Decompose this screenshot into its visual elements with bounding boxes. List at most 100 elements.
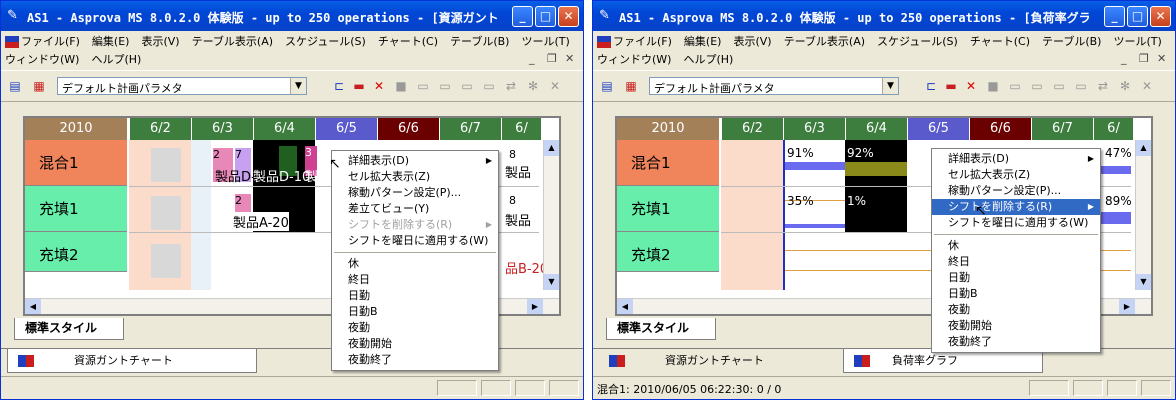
scroll-right-icon[interactable]: ▶ xyxy=(527,299,543,314)
menu-item-pattern-settings[interactable]: 稼動パターン設定(P)... xyxy=(332,185,498,201)
task-block[interactable] xyxy=(151,196,181,230)
mdi-close-icon[interactable]: ✕ xyxy=(1157,52,1166,65)
day-header[interactable]: 6/ xyxy=(501,118,541,140)
menu-item-zoom-cell[interactable]: セル拡大表示(Z) xyxy=(332,169,498,185)
day-header[interactable]: 6/6 xyxy=(969,118,1031,140)
menu-item-shift-night-start[interactable]: 夜勤開始 xyxy=(932,318,1100,334)
menu-item-shift-night-end[interactable]: 夜勤終了 xyxy=(932,334,1100,350)
day-header[interactable]: 6/4 xyxy=(845,118,907,140)
day-header[interactable]: 6/ xyxy=(1093,118,1133,140)
swap-icon[interactable]: ⇄ xyxy=(1095,79,1111,93)
menu-file[interactable]: ファイル(F) xyxy=(5,32,86,50)
menu-view[interactable]: 表示(V) xyxy=(135,32,185,50)
menu-item-apply-shift-weekday[interactable]: シフトを曜日に適用する(W) xyxy=(332,233,498,249)
menu-tools[interactable]: ツール(T) xyxy=(1107,32,1167,50)
menu-table-view[interactable]: テーブル表示(A) xyxy=(186,32,279,50)
maximize-button[interactable]: □ xyxy=(535,6,556,27)
day-header[interactable]: 6/7 xyxy=(1031,118,1093,140)
table-icon[interactable]: ▤ xyxy=(599,79,615,93)
day-header[interactable]: 6/4 xyxy=(253,118,315,140)
resource-row-header[interactable]: 充填1 xyxy=(25,186,127,232)
link-icon[interactable]: ⊏ xyxy=(923,79,939,93)
stop-icon[interactable]: ■ xyxy=(393,79,409,93)
load-bar[interactable] xyxy=(785,162,845,170)
link-icon[interactable]: ⊏ xyxy=(331,79,347,93)
menu-item-shift-night[interactable]: 夜勤 xyxy=(332,320,498,336)
vertical-scrollbar[interactable]: ▲ ▼ xyxy=(543,140,559,290)
tab-resource-gantt[interactable]: 資源ガントチャート xyxy=(7,349,257,373)
menu-window[interactable]: ウィンドウ(W) xyxy=(597,50,677,68)
style-tab[interactable]: 標準スタイル xyxy=(606,318,716,340)
sh4-icon[interactable]: ▭ xyxy=(1073,79,1089,93)
mdi-minimize-icon[interactable]: _ xyxy=(1121,52,1127,65)
load-bar[interactable] xyxy=(1097,212,1131,224)
style-tab[interactable]: 標準スタイル xyxy=(14,318,124,340)
scroll-down-icon[interactable]: ▼ xyxy=(544,274,559,290)
day-header[interactable]: 6/5 xyxy=(315,118,377,140)
day-header[interactable]: 6/3 xyxy=(783,118,845,140)
swap-icon[interactable]: ⇄ xyxy=(503,79,519,93)
sh2-icon[interactable]: ▭ xyxy=(1029,79,1045,93)
menu-table[interactable]: テーブル(B) xyxy=(1036,32,1107,50)
load-bar[interactable] xyxy=(1097,166,1131,174)
day-header[interactable]: 6/3 xyxy=(191,118,253,140)
tab-resource-gantt[interactable]: 資源ガントチャート xyxy=(599,349,839,373)
load-bar[interactable] xyxy=(785,224,845,228)
sh2-icon[interactable]: ▭ xyxy=(437,79,453,93)
scroll-left-icon[interactable]: ◀ xyxy=(25,299,41,314)
resource-row-header[interactable]: 混合1 xyxy=(25,140,127,186)
menu-edit[interactable]: 編集(E) xyxy=(678,32,728,50)
close-button[interactable]: ✕ xyxy=(558,6,579,27)
gantt-icon[interactable]: ▦ xyxy=(31,79,47,93)
minimize-button[interactable]: _ xyxy=(512,6,533,27)
sh4-icon[interactable]: ▭ xyxy=(481,79,497,93)
menu-chart[interactable]: チャート(C) xyxy=(964,32,1036,50)
menu-item-shift-night-start[interactable]: 夜勤開始 xyxy=(332,336,498,352)
task-block[interactable] xyxy=(151,148,181,182)
mdi-restore-icon[interactable]: ❐ xyxy=(1139,52,1149,65)
menu-item-shift-off[interactable]: 休 xyxy=(332,256,498,272)
scroll-right-icon[interactable]: ▶ xyxy=(1119,299,1135,314)
stop-icon[interactable]: ■ xyxy=(985,79,1001,93)
mdi-minimize-icon[interactable]: _ xyxy=(529,52,535,65)
menu-item-shift-night-end[interactable]: 夜勤終了 xyxy=(332,352,498,368)
menu-item-apply-shift-weekday[interactable]: シフトを曜日に適用する(W) xyxy=(932,215,1100,231)
mdi-restore-icon[interactable]: ❐ xyxy=(547,52,557,65)
resource-row-header[interactable]: 充填2 xyxy=(617,232,719,272)
cancel-icon[interactable]: ✕ xyxy=(1139,79,1155,93)
day-header[interactable]: 6/5 xyxy=(907,118,969,140)
sh3-icon[interactable]: ▭ xyxy=(1051,79,1067,93)
menu-item-detail[interactable]: 詳細表示(D) ▶ xyxy=(932,151,1100,167)
color-icon[interactable]: ▬ xyxy=(351,79,367,93)
menu-item-shift-day[interactable]: 日勤 xyxy=(932,270,1100,286)
resource-row-header[interactable]: 充填1 xyxy=(617,186,719,232)
close-button[interactable]: ✕ xyxy=(1150,6,1171,27)
menu-item-shift-off[interactable]: 休 xyxy=(932,238,1100,254)
menu-table[interactable]: テーブル(B) xyxy=(444,32,515,50)
vertical-scrollbar[interactable]: ▲ ▼ xyxy=(1135,140,1151,290)
menu-chart[interactable]: チャート(C) xyxy=(372,32,444,50)
maximize-button[interactable]: □ xyxy=(1127,6,1148,27)
menu-item-shift-allday[interactable]: 終日 xyxy=(332,272,498,288)
gantt-icon[interactable]: ▦ xyxy=(623,79,639,93)
gear-icon[interactable]: ✻ xyxy=(525,79,541,93)
day-header[interactable]: 6/2 xyxy=(129,118,191,140)
gear-icon[interactable]: ✻ xyxy=(1117,79,1133,93)
load-bar[interactable] xyxy=(845,162,907,176)
table-icon[interactable]: ▤ xyxy=(7,79,23,93)
day-header[interactable]: 6/7 xyxy=(439,118,501,140)
parameter-combo[interactable]: デフォルト計画パラメタ ▼ xyxy=(649,77,899,95)
chevron-down-icon[interactable]: ▼ xyxy=(290,78,306,94)
sh1-icon[interactable]: ▭ xyxy=(1007,79,1023,93)
minimize-button[interactable]: _ xyxy=(1104,6,1125,27)
resource-row-header[interactable]: 混合1 xyxy=(617,140,719,186)
menu-help[interactable]: ヘルプ(H) xyxy=(85,50,147,68)
menu-item-dispatch-view[interactable]: 差立てビュー(Y) xyxy=(332,201,498,217)
menu-schedule[interactable]: スケジュール(S) xyxy=(279,32,372,50)
menu-tools[interactable]: ツール(T) xyxy=(515,32,575,50)
scroll-down-icon[interactable]: ▼ xyxy=(1136,274,1151,290)
sh1-icon[interactable]: ▭ xyxy=(415,79,431,93)
color-icon[interactable]: ▬ xyxy=(943,79,959,93)
menu-edit[interactable]: 編集(E) xyxy=(86,32,136,50)
menu-window[interactable]: ウィンドウ(W) xyxy=(5,50,85,68)
